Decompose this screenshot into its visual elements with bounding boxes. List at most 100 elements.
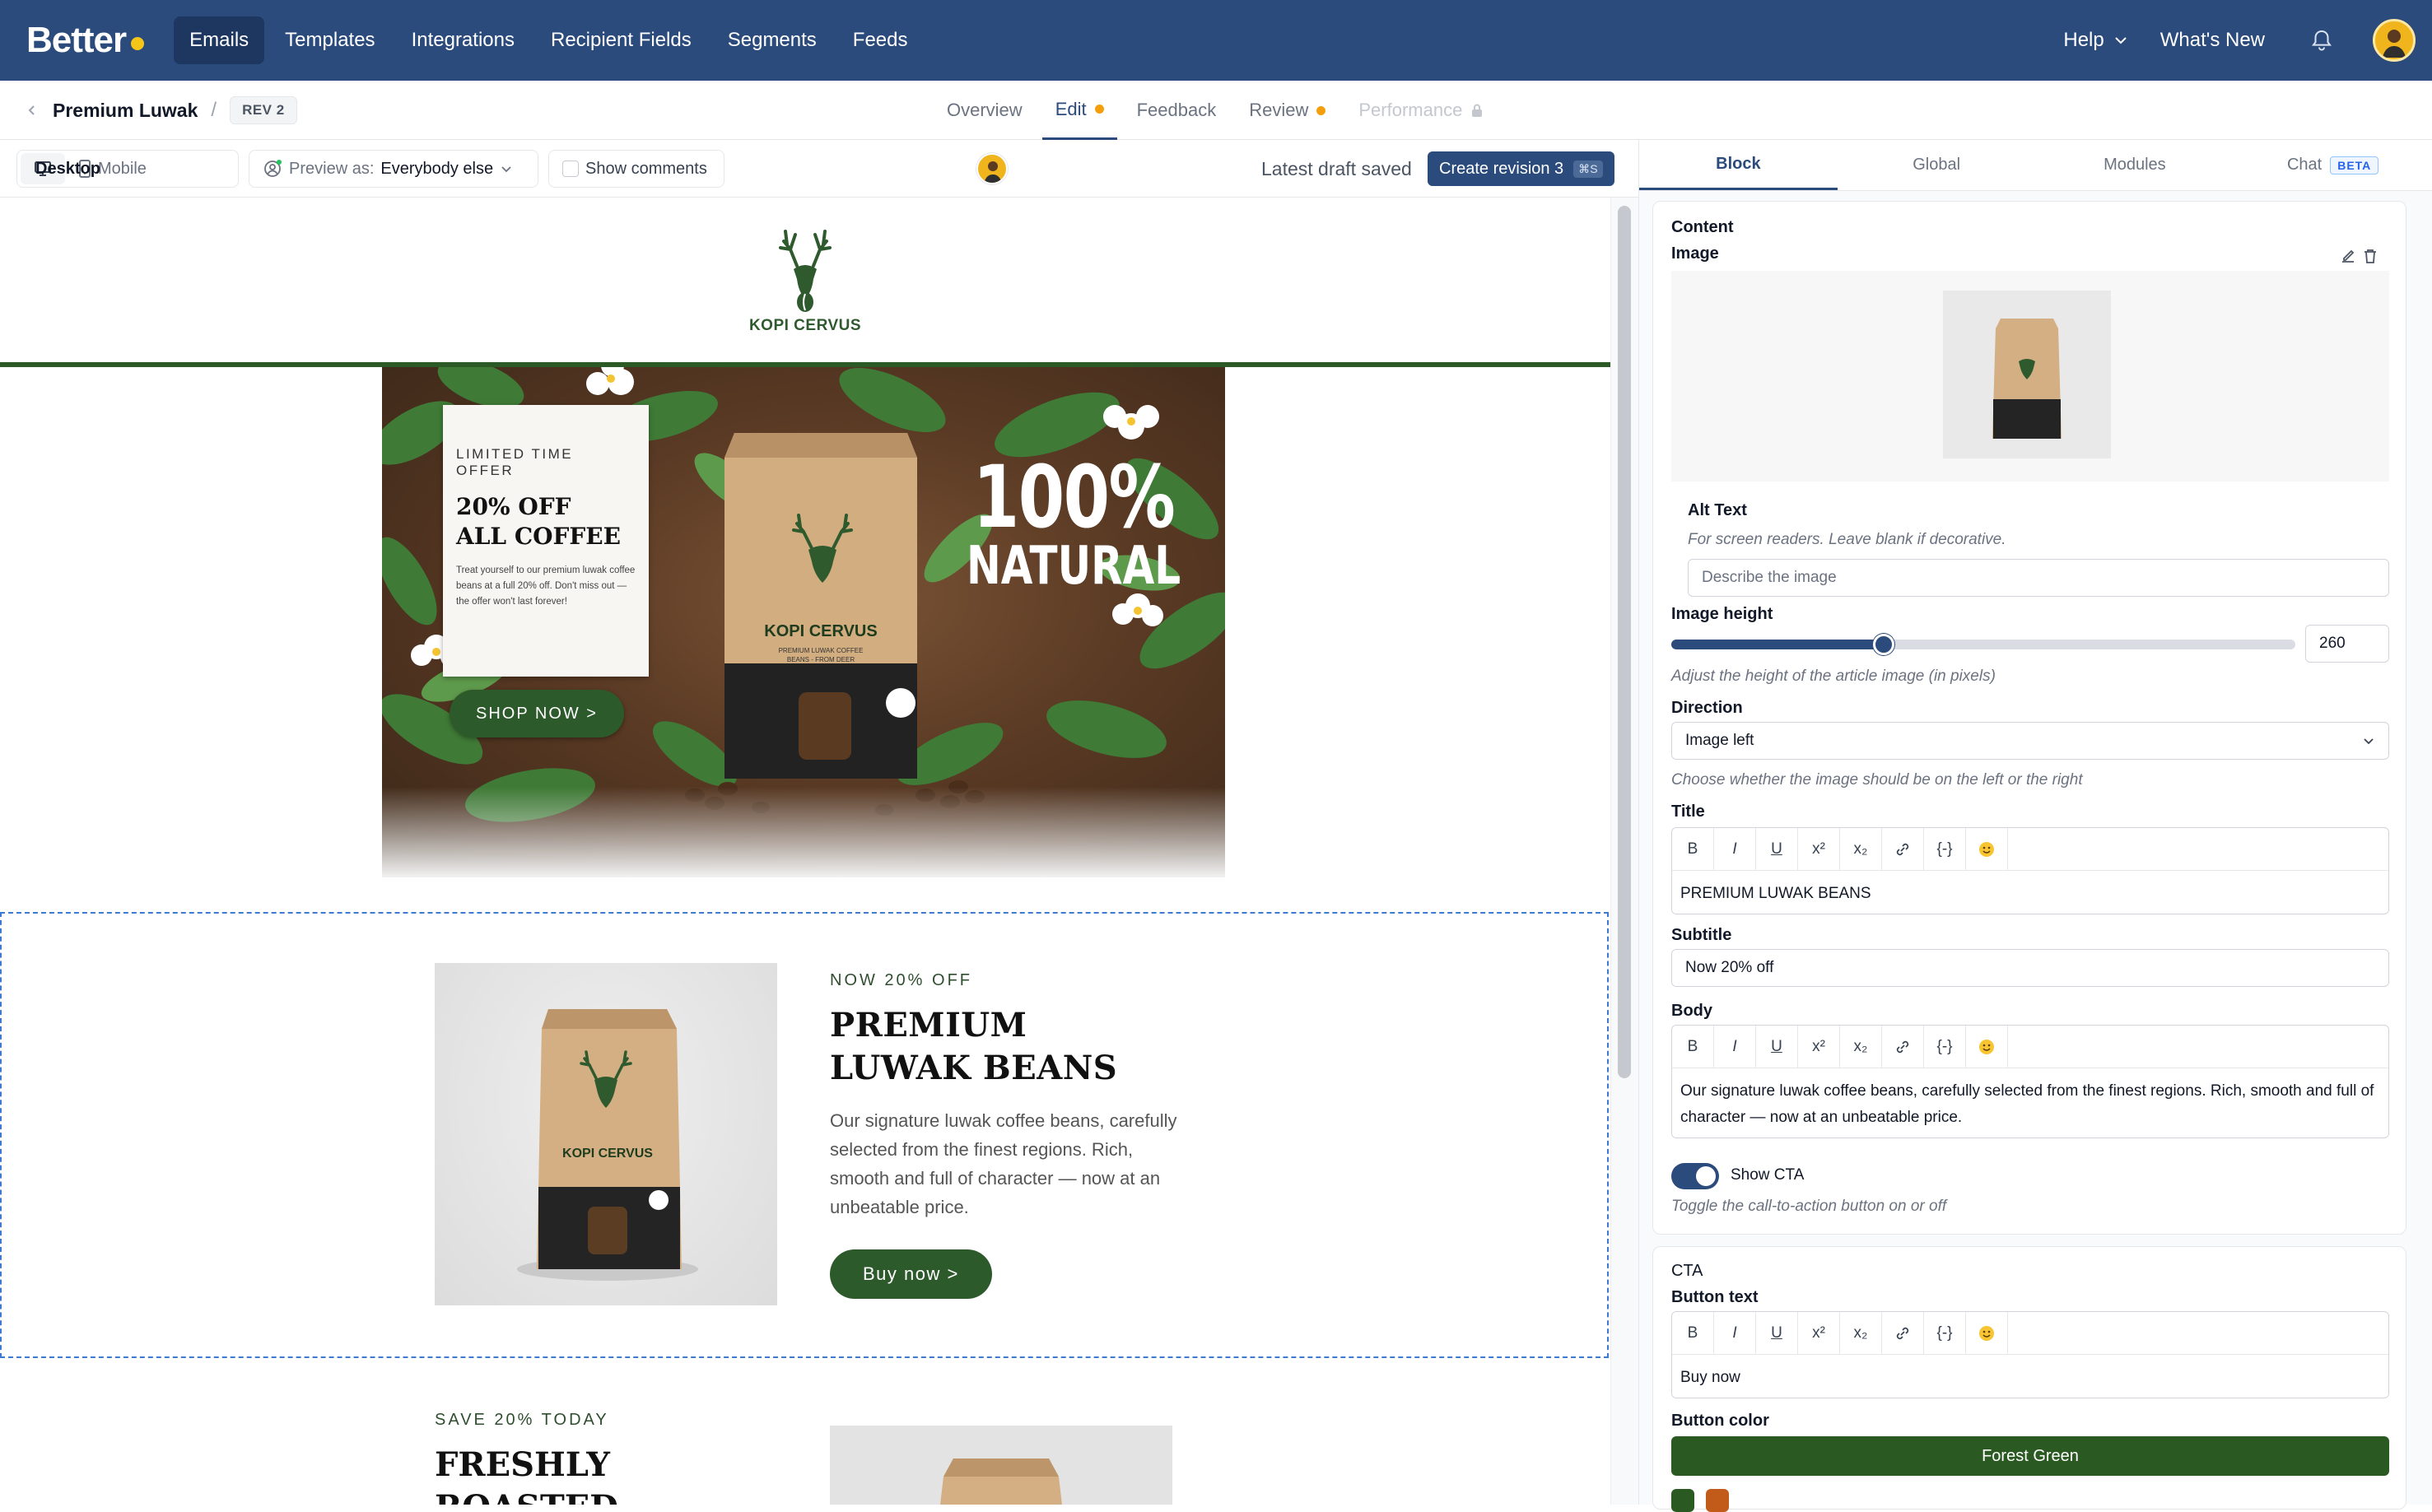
- show-comments-checkbox[interactable]: [562, 161, 579, 177]
- canvas-scrollbar[interactable]: [1610, 198, 1638, 1505]
- article-kicker: NOW 20% OFF: [830, 971, 973, 989]
- bold-button[interactable]: B: [1672, 1026, 1714, 1068]
- mobile-label: Mobile: [98, 159, 147, 178]
- chevron-down-icon: [2115, 37, 2127, 44]
- direction-select[interactable]: Image left: [1671, 722, 2389, 760]
- image-thumbnail[interactable]: [1943, 291, 2111, 458]
- edit-status-dot: [1094, 105, 1104, 114]
- tab-block-label: Block: [1716, 154, 1761, 173]
- canvas-scrollbar-thumb[interactable]: [1618, 206, 1631, 1078]
- button-text-value[interactable]: Buy now: [1672, 1355, 2388, 1401]
- subscript-button[interactable]: x₂: [1840, 828, 1882, 870]
- link-icon[interactable]: [1882, 828, 1924, 870]
- lock-icon: [1472, 104, 1483, 117]
- main-nav: Emails Templates Integrations Recipient …: [174, 16, 923, 64]
- revision-badge[interactable]: REV 2: [230, 96, 297, 124]
- nav-item-feeds[interactable]: Feeds: [837, 16, 924, 64]
- italic-button[interactable]: I: [1714, 1026, 1756, 1068]
- tab-global[interactable]: Global: [1838, 140, 2036, 190]
- swatch-forest-green[interactable]: [1671, 1489, 1694, 1512]
- nav-item-integrations[interactable]: Integrations: [396, 16, 530, 64]
- collaborator-avatar[interactable]: [976, 153, 1008, 184]
- image-label: Image: [1671, 244, 1719, 263]
- swatch-orange[interactable]: [1706, 1489, 1729, 1512]
- variable-button[interactable]: {-}: [1924, 1026, 1966, 1068]
- superscript-button[interactable]: x²: [1798, 1312, 1840, 1354]
- nav-item-recipient-fields[interactable]: Recipient Fields: [535, 16, 707, 64]
- whats-new-link[interactable]: What's New: [2145, 16, 2281, 64]
- tab-review-label: Review: [1249, 100, 1309, 120]
- help-menu[interactable]: Help: [2048, 16, 2144, 64]
- next-article-image[interactable]: [830, 1426, 1172, 1505]
- app-logo[interactable]: Better: [26, 20, 145, 61]
- body-label: Body: [1671, 1002, 1712, 1020]
- content-card: Content Image Alt Text For screen reader…: [1652, 201, 2406, 1235]
- tab-review[interactable]: Review: [1236, 81, 1339, 140]
- bold-button[interactable]: B: [1672, 828, 1714, 870]
- desktop-label: Desktop: [35, 159, 100, 178]
- emoji-icon[interactable]: [1966, 1026, 2008, 1068]
- article-product-image[interactable]: KOPI CERVUS: [435, 963, 777, 1305]
- toggle-knob: [1696, 1166, 1716, 1186]
- title-editor[interactable]: B I U x² x₂ {-} PREMIUM LUWAK BEANS: [1671, 827, 2389, 914]
- title-label: Title: [1671, 803, 1705, 821]
- superscript-button[interactable]: x²: [1798, 1026, 1840, 1068]
- underline-button[interactable]: U: [1756, 1312, 1798, 1354]
- button-text-editor[interactable]: B I U x² x₂ {-} Buy now: [1671, 1311, 2389, 1398]
- bell-icon[interactable]: [2304, 22, 2340, 58]
- user-avatar[interactable]: [2373, 19, 2416, 62]
- nav-item-emails[interactable]: Emails: [174, 16, 265, 64]
- svg-text:KOPI CERVUS: KOPI CERVUS: [562, 1147, 653, 1161]
- tab-chat[interactable]: Chat BETA: [2234, 140, 2432, 190]
- image-height-slider-fill: [1671, 640, 1884, 649]
- subscript-button[interactable]: x₂: [1840, 1026, 1882, 1068]
- subscript-button[interactable]: x₂: [1840, 1312, 1882, 1354]
- tab-overview[interactable]: Overview: [934, 81, 1036, 140]
- image-preview-well[interactable]: [1671, 271, 2389, 482]
- coffee-bag-image: KOPI CERVUS: [517, 1009, 698, 1281]
- superscript-button[interactable]: x²: [1798, 828, 1840, 870]
- show-cta-toggle[interactable]: [1671, 1163, 1719, 1189]
- image-height-slider-handle[interactable]: [1872, 634, 1894, 655]
- bold-button[interactable]: B: [1672, 1312, 1714, 1354]
- variable-button[interactable]: {-}: [1924, 1312, 1966, 1354]
- underline-button[interactable]: U: [1756, 828, 1798, 870]
- tab-block[interactable]: Block: [1639, 140, 1838, 190]
- show-comments-content: Show comments: [549, 153, 720, 184]
- underline-button[interactable]: U: [1756, 1026, 1798, 1068]
- link-icon[interactable]: [1882, 1312, 1924, 1354]
- buy-now-button[interactable]: Buy now >: [830, 1249, 992, 1299]
- edit-icon[interactable]: [2340, 248, 2356, 264]
- trash-icon[interactable]: [2363, 248, 2378, 264]
- create-revision-button[interactable]: Create revision 3 ⌘S: [1428, 151, 1614, 186]
- tab-modules[interactable]: Modules: [2036, 140, 2234, 190]
- email-title[interactable]: Premium Luwak: [53, 100, 198, 122]
- alt-text-input[interactable]: Describe the image: [1688, 559, 2389, 597]
- image-height-input[interactable]: 260: [2305, 625, 2389, 663]
- next-article-title-line1: FRESHLY: [435, 1445, 610, 1484]
- italic-button[interactable]: I: [1714, 1312, 1756, 1354]
- preview-as-select[interactable]: Preview as: Everybody else: [249, 150, 538, 188]
- tab-edit[interactable]: Edit: [1041, 81, 1117, 140]
- title-text[interactable]: PREMIUM LUWAK BEANS: [1672, 871, 2388, 917]
- subtitle-input[interactable]: Now 20% off: [1671, 949, 2389, 987]
- alt-text-hint: For screen readers. Leave blank if decor…: [1688, 531, 2006, 548]
- chevron-left-icon[interactable]: [25, 103, 40, 118]
- body-text[interactable]: Our signature luwak coffee beans, carefu…: [1672, 1068, 2388, 1141]
- button-color-select[interactable]: Forest Green: [1671, 1436, 2389, 1476]
- desktop-view-button[interactable]: Desktop: [21, 153, 100, 184]
- tab-feedback[interactable]: Feedback: [1124, 81, 1230, 140]
- link-icon[interactable]: [1882, 1026, 1924, 1068]
- chevron-down-icon: [2364, 738, 2374, 745]
- image-height-slider[interactable]: [1671, 634, 2295, 655]
- nav-item-templates[interactable]: Templates: [269, 16, 390, 64]
- emoji-icon[interactable]: [1966, 1312, 2008, 1354]
- nav-item-segments[interactable]: Segments: [712, 16, 832, 64]
- emoji-icon[interactable]: [1966, 828, 2008, 870]
- logo-dot: [131, 37, 145, 50]
- body-editor[interactable]: B I U x² x₂ {-} Our signature luwak coff…: [1671, 1025, 2389, 1138]
- show-comments-toggle[interactable]: Show comments: [548, 150, 724, 188]
- button-text-editor-toolbar: B I U x² x₂ {-}: [1672, 1312, 2388, 1355]
- italic-button[interactable]: I: [1714, 828, 1756, 870]
- variable-button[interactable]: {-}: [1924, 828, 1966, 870]
